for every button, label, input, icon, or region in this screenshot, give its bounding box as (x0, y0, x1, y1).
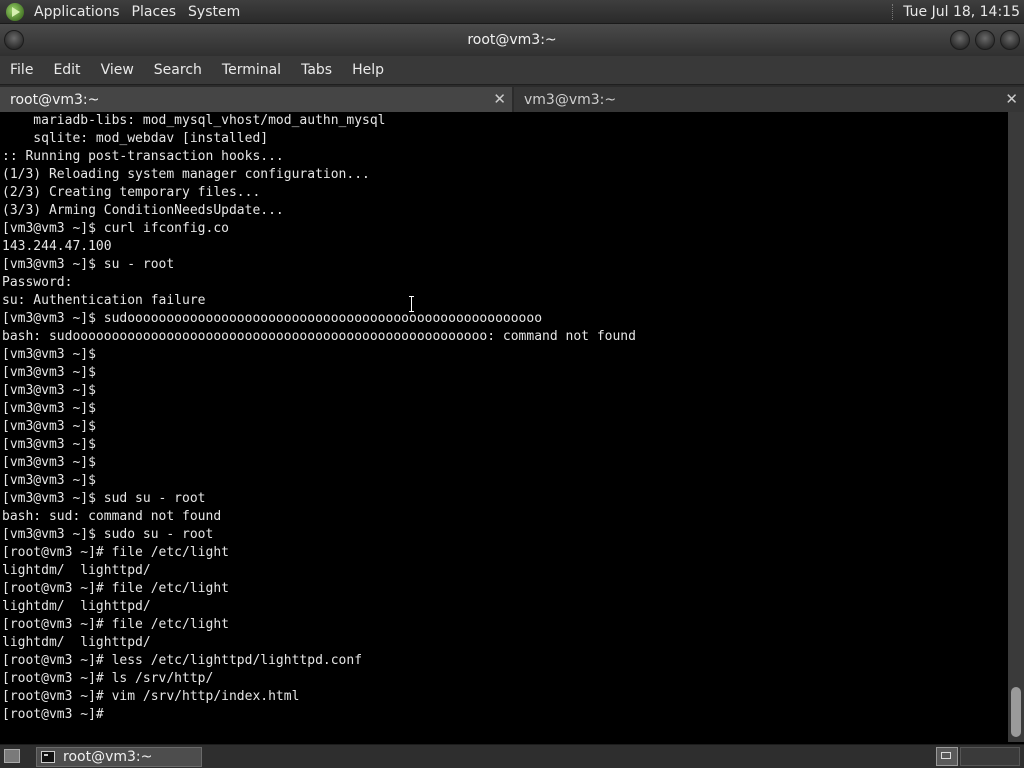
terminal-output[interactable]: mariadb-libs: mod_mysql_vhost/mod_authn_… (0, 112, 1008, 742)
terminal-line: [vm3@vm3 ~]$ (2, 401, 96, 416)
window-titlebar[interactable]: root@vm3:~ (0, 24, 1024, 56)
tab-label: vm3@vm3:~ (524, 92, 617, 108)
terminal-line: (1/3) Reloading system manager configura… (2, 167, 370, 182)
menu-edit[interactable]: Edit (43, 62, 90, 78)
terminal-line: [vm3@vm3 ~]$ (2, 437, 96, 452)
panel-menu-applications[interactable]: Applications (28, 4, 126, 20)
terminal-line: :: Running post-transaction hooks... (2, 149, 284, 164)
panel-clock[interactable]: Tue Jul 18, 14:15 (903, 4, 1020, 20)
show-desktop-icon[interactable] (4, 749, 20, 763)
menu-view[interactable]: View (91, 62, 144, 78)
terminal-scrollbar[interactable] (1008, 112, 1024, 742)
terminal-line: [vm3@vm3 ~]$ sudo su - root (2, 527, 214, 542)
close-tab-icon[interactable]: ✕ (493, 90, 506, 108)
terminal-line: [vm3@vm3 ~]$ sud su - root (2, 491, 206, 506)
menu-search[interactable]: Search (144, 62, 212, 78)
menu-tabs[interactable]: Tabs (291, 62, 342, 78)
bottom-panel: root@vm3:~ (0, 744, 1024, 768)
close-tab-icon[interactable]: ✕ (1005, 90, 1018, 108)
text-cursor-icon (409, 296, 415, 312)
close-window-button[interactable] (1000, 30, 1020, 50)
terminal-line: [root@vm3 ~]# file /etc/light (2, 617, 229, 632)
terminal-line: [vm3@vm3 ~]$ su - root (2, 257, 175, 272)
taskbar-window-label: root@vm3:~ (63, 749, 153, 765)
maximize-button[interactable] (975, 30, 995, 50)
terminal-line: [root@vm3 ~]# less /etc/lighttpd/lighttp… (2, 653, 363, 668)
minimize-button[interactable] (950, 30, 970, 50)
terminal-line: 143.244.47.100 (2, 239, 112, 254)
menu-help[interactable]: Help (342, 62, 394, 78)
menu-bar: File Edit View Search Terminal Tabs Help (0, 56, 1024, 84)
terminal-line: sqlite: mod_webdav [installed] (2, 131, 269, 146)
panel-menu-system[interactable]: System (182, 4, 246, 20)
panel-menus: Applications Places System (28, 4, 246, 20)
terminal-line: [vm3@vm3 ~]$ (2, 347, 96, 362)
terminal-line: [vm3@vm3 ~]$ (2, 365, 96, 380)
terminal-line: [vm3@vm3 ~]$ sudoooooooooooooooooooooooo… (2, 311, 543, 326)
terminal-line: lightdm/ lighttpd/ (2, 635, 151, 650)
terminal-line: bash: sudooooooooooooooooooooooooooooooo… (2, 329, 636, 344)
tab-vm3[interactable]: vm3@vm3:~ ✕ (514, 87, 1024, 113)
terminal-line: lightdm/ lighttpd/ (2, 563, 151, 578)
terminal-line: [vm3@vm3 ~]$ (2, 473, 96, 488)
terminal-line: [vm3@vm3 ~]$ curl ifconfig.co (2, 221, 229, 236)
terminal-line: [vm3@vm3 ~]$ (2, 383, 96, 398)
terminal-line: Password: (2, 275, 73, 290)
terminal-line: [root@vm3 ~]# vim /srv/http/index.html (2, 689, 300, 704)
terminal-line: [vm3@vm3 ~]$ (2, 419, 96, 434)
terminal-line: [vm3@vm3 ~]$ (2, 455, 96, 470)
top-panel: Applications Places System Tue Jul 18, 1… (0, 0, 1024, 24)
terminal-line: (2/3) Creating temporary files... (2, 185, 261, 200)
terminal-line: lightdm/ lighttpd/ (2, 599, 151, 614)
tab-root[interactable]: root@vm3:~ ✕ (0, 87, 512, 113)
terminal-icon (41, 751, 55, 763)
panel-separator (892, 3, 895, 20)
scrollbar-thumb[interactable] (1011, 687, 1021, 737)
taskbar-window-button[interactable]: root@vm3:~ (36, 747, 202, 767)
window-title: root@vm3:~ (467, 32, 557, 48)
workspace-switcher-2[interactable] (960, 747, 1020, 766)
menu-file[interactable]: File (0, 62, 43, 78)
terminal-line: [root@vm3 ~]# ls /srv/http/ (2, 671, 214, 686)
terminal-line: su: Authentication failure (2, 293, 206, 308)
terminal-line: bash: sud: command not found (2, 509, 222, 524)
terminal-line: (3/3) Arming ConditionNeedsUpdate... (2, 203, 284, 218)
tab-label: root@vm3:~ (10, 92, 100, 108)
panel-menu-places[interactable]: Places (126, 4, 183, 20)
menu-terminal[interactable]: Terminal (212, 62, 291, 78)
terminal-line: [root@vm3 ~]# (2, 707, 104, 722)
terminal-line: [root@vm3 ~]# file /etc/light (2, 545, 229, 560)
tab-bar: root@vm3:~ ✕ vm3@vm3:~ ✕ (0, 84, 1024, 113)
terminal-line: mariadb-libs: mod_mysql_vhost/mod_authn_… (2, 113, 386, 128)
workspace-switcher-1[interactable] (936, 747, 958, 766)
terminal-line: [root@vm3 ~]# file /etc/light (2, 581, 229, 596)
distro-logo-icon[interactable] (6, 2, 24, 21)
